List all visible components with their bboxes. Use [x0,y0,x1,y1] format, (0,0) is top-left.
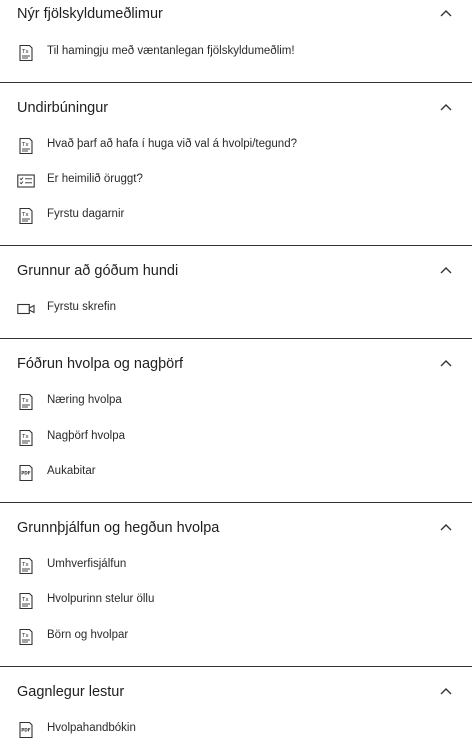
svg-text:PDF: PDF [21,728,31,733]
list-item[interactable]: PDF Hvolpahandbókin [0,718,472,742]
section-title: Nýr fjölskyldumeðlimur [17,6,163,22]
item-label: Hvað þarf að hafa í huga við val á hvolp… [47,138,297,150]
section-divider [0,338,472,339]
section-header[interactable]: Undirbúningur [0,94,472,124]
item-label: Er heimilið öruggt? [47,173,143,185]
section-header[interactable]: Fóðrun hvolpa og nagþörf [0,350,472,380]
section-title: Grunnur að góðum hundi [17,263,179,279]
section-title: Grunnþjálfun og hegðun hvolpa [17,520,220,536]
pdf-document-icon: PDF [19,721,33,739]
checklist-icon [17,174,35,188]
svg-text:Tx: Tx [21,142,29,148]
item-label: Næring hvolpa [47,394,122,406]
list-item[interactable]: Tx Til hamingju með væntanlegan fjölskyl… [0,41,472,65]
section-divider [0,502,472,503]
item-label: Nagþörf hvolpa [47,430,125,442]
list-item[interactable]: Tx Umhverfisjálfun [0,554,472,578]
text-document-icon: Tx [19,44,33,62]
chevron-up-icon [440,10,452,17]
text-document-icon: Tx [19,592,33,610]
svg-text:Tx: Tx [21,562,29,568]
chevron-up-icon [440,688,452,695]
text-document-icon: Tx [19,137,33,155]
list-item[interactable]: PDF Aukabitar [0,461,472,485]
chevron-up-icon [440,267,452,274]
text-document-icon: Tx [19,207,33,225]
item-label: Aukabitar [47,465,96,477]
item-label: Fyrstu skrefin [47,301,117,313]
svg-text:Tx: Tx [21,398,29,404]
item-label: Hvolpurinn stelur öllu [47,593,155,605]
section-header[interactable]: Grunnþjálfun og hegðun hvolpa [0,514,472,544]
svg-text:Tx: Tx [21,49,29,55]
item-label: Hvolpahandbókin [47,722,136,734]
text-document-icon: Tx [19,557,33,575]
section-divider [0,666,472,667]
chevron-up-icon [440,360,452,367]
section-title: Fóðrun hvolpa og nagþörf [17,356,184,372]
section-title: Undirbúningur [17,100,109,116]
section-header[interactable]: Gagnlegur lestur [0,678,472,708]
svg-text:Tx: Tx [21,434,29,440]
item-label: Til hamingju með væntanlegan fjölskyldum… [47,45,295,57]
list-item[interactable]: Tx Nagþörf hvolpa [0,426,472,450]
text-document-icon: Tx [19,393,33,411]
video-icon [17,303,35,315]
list-item[interactable]: Tx Fyrstu dagarnir [0,204,472,228]
svg-text:Tx: Tx [21,633,29,639]
chevron-up-icon [440,104,452,111]
item-label: Börn og hvolpar [47,629,129,641]
svg-text:Tx: Tx [21,212,29,218]
section-divider [0,245,472,246]
list-item[interactable]: Tx Hvolpurinn stelur öllu [0,589,472,613]
section-title: Gagnlegur lestur [17,684,125,700]
item-label: Umhverfisjálfun [47,558,127,570]
list-item[interactable]: Tx Börn og hvolpar [0,625,472,649]
section-header[interactable]: Grunnur að góðum hundi [0,257,472,287]
section-divider [0,82,472,83]
pdf-document-icon: PDF [19,464,33,482]
text-document-icon: Tx [19,429,33,447]
svg-text:Tx: Tx [21,597,29,603]
item-label: Fyrstu dagarnir [47,208,125,220]
list-item[interactable]: Fyrstu skrefin [0,297,472,321]
svg-text:PDF: PDF [21,471,31,476]
list-item[interactable]: Tx Hvað þarf að hafa í huga við val á hv… [0,134,472,158]
list-item[interactable]: Er heimilið öruggt? [0,169,472,193]
chevron-up-icon [440,524,452,531]
list-item[interactable]: Tx Næring hvolpa [0,390,472,414]
section-header[interactable]: Nýr fjölskyldumeðlimur [0,0,472,30]
text-document-icon: Tx [19,628,33,646]
